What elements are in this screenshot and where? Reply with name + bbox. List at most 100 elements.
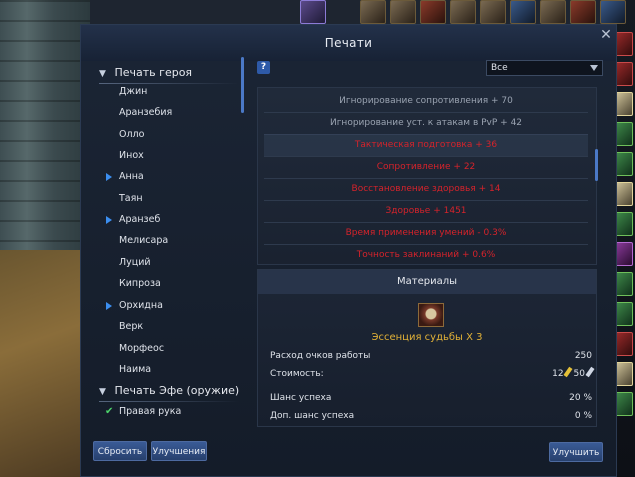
hero-item[interactable]: Инох (119, 145, 144, 166)
quickbar-slot[interactable] (390, 0, 416, 24)
quickbar-side-slot[interactable] (615, 92, 633, 116)
hero-item[interactable]: Верк (119, 316, 143, 337)
hero-label: Луций (119, 257, 151, 268)
quickbar-side-slot[interactable] (615, 32, 633, 56)
quickbar-side-slot[interactable] (615, 182, 633, 206)
window-title: Печати (324, 36, 373, 50)
tree-category-label: Печать Эфе (оружие) (114, 384, 240, 397)
quickbar-side-slot[interactable] (615, 212, 633, 236)
hero-label: Инох (119, 150, 144, 161)
hero-item[interactable]: Мелисара (119, 230, 168, 251)
hero-item[interactable]: Олло (119, 124, 144, 145)
hero-item[interactable]: Орхидна (106, 295, 163, 316)
hero-item[interactable]: Таян (119, 188, 143, 209)
hero-item[interactable]: Наима (119, 359, 151, 380)
seals-window: Печати ✕ ▼ Печать героя Джин Аранзебия О… (80, 24, 617, 477)
hero-label: Аранзеб (119, 214, 161, 225)
quickbar-side-slot[interactable] (615, 332, 633, 356)
quickbar-side-slot[interactable] (615, 272, 633, 296)
essence-icon[interactable] (418, 303, 444, 327)
seal-tree: ▼ Печать героя Джин Аранзебия Олло Инох … (93, 61, 243, 431)
quickbar-slot[interactable] (300, 0, 326, 24)
marker-arrow-icon (106, 173, 112, 181)
quickbar-side-slot[interactable] (615, 62, 633, 86)
quickbar-slot[interactable] (540, 0, 566, 24)
background-floor (0, 250, 90, 477)
sub-item-label: Правая рука (119, 406, 182, 417)
quickbar-top (300, 0, 635, 26)
quickbar-slot[interactable] (480, 0, 506, 24)
upgrades-button[interactable]: Улучшения (151, 441, 207, 461)
sub-item-right-hand[interactable]: ✔ Правая рука (105, 401, 182, 422)
bonus-row: Доп. шанс успеха 0 % (270, 408, 592, 424)
hero-label: Орхидна (119, 300, 163, 311)
hero-label: Наима (119, 364, 152, 375)
stat-row: Игнорирование сопротивления + 70 (264, 90, 588, 113)
quickbar-slot[interactable] (510, 0, 536, 24)
hero-label: Аранзебия (119, 107, 173, 118)
work-cost-value: 250 (574, 351, 592, 361)
stat-row: Восстановление здоровья + 14 (264, 178, 588, 201)
stat-row: Здоровье + 1451 (264, 200, 588, 223)
hero-item[interactable]: Луций (119, 252, 151, 273)
hero-item[interactable]: Кипроза (119, 273, 161, 294)
stat-row: Время применения умений - 0.3% (264, 222, 588, 245)
work-cost-row: Расход очков работы 250 (270, 348, 592, 364)
quickbar-slot[interactable] (360, 0, 386, 24)
hero-item[interactable]: Аранзебия (119, 102, 172, 123)
quickbar-side-slot[interactable] (615, 242, 633, 266)
tree-scrollbar[interactable] (241, 57, 244, 113)
stat-row: Тактическая подготовка + 36 (264, 134, 588, 157)
tree-category-efe-seal[interactable]: ▼ Печать Эфе (оружие) (99, 381, 239, 401)
material-name: Эссенция судьбы X 3 (371, 332, 483, 343)
stats-scrollbar[interactable] (595, 149, 598, 181)
hero-item[interactable]: Анна (106, 166, 144, 187)
materials-panel: Материалы Эссенция судьбы X 3 Расход очк… (257, 269, 597, 427)
hero-label: Кипроза (119, 278, 161, 289)
improve-button[interactable]: Улучшить (549, 442, 603, 462)
help-icon[interactable]: ? (257, 61, 270, 74)
chevron-down-icon (590, 65, 598, 71)
quickbar-side-slot[interactable] (615, 152, 633, 176)
hero-label: Таян (119, 193, 143, 204)
tree-category-label: Печать героя (114, 66, 193, 79)
hero-label: Олло (119, 129, 145, 140)
quickbar-slot[interactable] (420, 0, 446, 24)
quickbar-slot[interactable] (570, 0, 596, 24)
quickbar-side-slot[interactable] (615, 362, 633, 386)
marker-arrow-icon (106, 302, 112, 310)
reset-button[interactable]: Сбросить (93, 441, 147, 461)
hero-label: Верк (119, 321, 144, 332)
hero-label: Анна (119, 171, 144, 182)
success-value: 20 % (569, 393, 592, 403)
hero-label: Джин (119, 86, 148, 97)
work-cost-label: Расход очков работы (270, 351, 371, 361)
quickbar-side (615, 32, 633, 416)
stats-list: Игнорирование сопротивления + 70 Игнорир… (257, 87, 597, 265)
success-label: Шанс успеха (270, 393, 332, 403)
cost-value: 12 50 (552, 366, 595, 382)
quickbar-side-slot[interactable] (615, 392, 633, 416)
quickbar-side-slot[interactable] (615, 122, 633, 146)
quickbar-side-slot[interactable] (615, 302, 633, 326)
cost-row: Стоимость: 12 50 (270, 366, 595, 382)
hero-item[interactable]: Джин (119, 81, 147, 102)
stat-row: Точность заклинаний + 0.6% (264, 244, 588, 264)
materials-header: Материалы (258, 270, 596, 294)
hero-item[interactable]: Морфеос (119, 338, 164, 359)
quickbar-slot[interactable] (450, 0, 476, 24)
cost-gold: 12 (552, 369, 564, 379)
marker-arrow-icon (106, 216, 112, 224)
hero-label: Мелисара (119, 235, 169, 246)
close-icon[interactable]: ✕ (598, 27, 614, 43)
quickbar-slot[interactable] (600, 0, 626, 24)
filter-dropdown[interactable]: Все (486, 60, 603, 76)
cost-label: Стоимость: (270, 369, 324, 379)
tree-category-hero-seal[interactable]: ▼ Печать героя (99, 63, 192, 83)
title-bar[interactable]: Печати (81, 25, 616, 61)
bonus-value: 0 % (574, 411, 592, 421)
silver-coin-icon (585, 366, 595, 378)
hero-item[interactable]: Аранзеб (106, 209, 161, 230)
bonus-label: Доп. шанс успеха (270, 411, 355, 421)
stat-row: Сопротивление + 22 (264, 156, 588, 179)
